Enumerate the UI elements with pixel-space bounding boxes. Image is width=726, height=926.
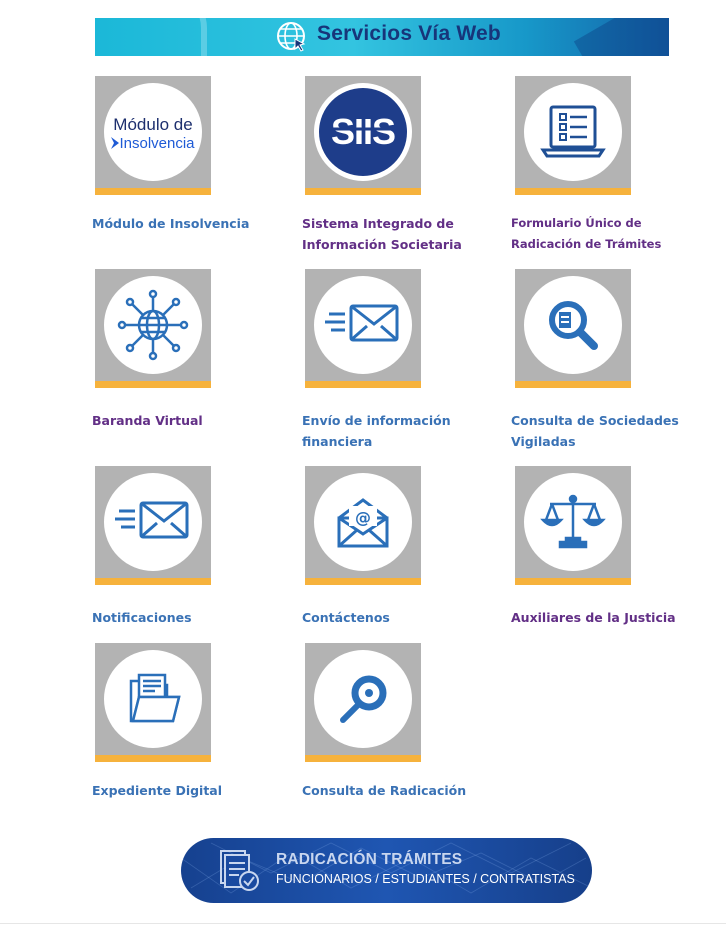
tile-siis[interactable]: SIIS	[305, 76, 421, 195]
siis-logo: SIIS	[319, 88, 407, 176]
service-label-siis[interactable]: Sistema Integrado de Información Societa…	[302, 213, 502, 255]
tile-circle	[104, 650, 202, 748]
service-label-baranda-virtual[interactable]: Baranda Virtual	[92, 410, 292, 431]
service-label-consulta-sociedades[interactable]: Consulta de Sociedades Vigiladas	[511, 410, 711, 452]
service-label-envio-informacion[interactable]: Envío de información financiera	[302, 410, 502, 452]
radicacion-tramites-banner[interactable]: RADICACIÓN TRÁMITES FUNCIONARIOS / ESTUD…	[181, 838, 592, 903]
tile-baranda-virtual[interactable]	[95, 269, 211, 388]
tile-circle	[104, 473, 202, 571]
tile-circle	[524, 83, 622, 181]
svg-text:Módulo de: Módulo de	[113, 115, 192, 134]
tile-expediente-digital[interactable]	[95, 643, 211, 762]
tile-accent-bar	[305, 755, 421, 762]
search-document-icon	[549, 301, 598, 350]
service-label-formulario-unico[interactable]: Formulario Único de Radicación de Trámit…	[511, 213, 711, 255]
tile-accent-bar	[95, 755, 211, 762]
banner-decoration	[95, 18, 207, 56]
tile-circle	[314, 276, 412, 374]
globe-cursor-icon	[277, 22, 306, 52]
email-at-icon: @	[337, 498, 389, 548]
tile-circle: Módulo de Insolvencia	[104, 83, 202, 181]
tile-formulario-unico[interactable]	[515, 76, 631, 195]
service-label-auxiliares-justicia[interactable]: Auxiliares de la Justicia	[511, 607, 711, 628]
tile-circle: @	[314, 473, 412, 571]
tile-accent-bar	[305, 381, 421, 388]
tile-consulta-sociedades[interactable]	[515, 269, 631, 388]
page-divider	[0, 923, 726, 924]
tile-accent-bar	[95, 381, 211, 388]
folder-documents-icon	[129, 673, 181, 723]
tile-circle	[524, 276, 622, 374]
service-label-modulo-insolvencia[interactable]: Módulo de Insolvencia	[92, 213, 292, 234]
modulo-insolvencia-logo: Módulo de Insolvencia	[111, 115, 195, 152]
laptop-checklist-icon	[540, 105, 606, 158]
tile-accent-bar	[515, 188, 631, 195]
tile-accent-bar	[95, 578, 211, 585]
document-check-icon	[220, 850, 259, 891]
banner-decoration	[573, 18, 669, 56]
tile-accent-bar	[95, 188, 211, 195]
tile-modulo-insolvencia[interactable]: Módulo de Insolvencia	[95, 76, 211, 195]
tile-envio-informacion[interactable]	[305, 269, 421, 388]
tile-accent-bar	[515, 578, 631, 585]
tile-auxiliares-justicia[interactable]	[515, 466, 631, 585]
tile-notificaciones[interactable]	[95, 466, 211, 585]
tile-consulta-radicacion[interactable]	[305, 643, 421, 762]
tile-contactenos[interactable]: @	[305, 466, 421, 585]
service-label-notificaciones[interactable]: Notificaciones	[92, 607, 292, 628]
network-globe-icon	[117, 289, 189, 361]
footer-banner-subtitle: FUNCIONARIOS / ESTUDIANTES / CONTRATISTA…	[276, 872, 575, 886]
tile-circle	[104, 276, 202, 374]
magnifier-icon	[340, 675, 387, 723]
service-label-contactenos[interactable]: Contáctenos	[302, 607, 502, 628]
svg-text:SIIS: SIIS	[331, 111, 395, 152]
servicios-via-web-banner: Servicios Vía Web	[95, 18, 669, 56]
tile-accent-bar	[515, 381, 631, 388]
service-label-expediente-digital[interactable]: Expediente Digital	[92, 780, 292, 801]
svg-text:@: @	[355, 508, 371, 527]
footer-banner-title: RADICACIÓN TRÁMITES	[276, 851, 463, 868]
tile-circle: SIIS	[314, 83, 412, 181]
svg-text:Insolvencia: Insolvencia	[119, 135, 195, 152]
tile-circle	[314, 650, 412, 748]
service-label-consulta-radicacion[interactable]: Consulta de Radicación	[302, 780, 502, 801]
tile-accent-bar	[305, 188, 421, 195]
tile-circle	[524, 473, 622, 571]
fast-mail-icon	[115, 501, 189, 539]
banner-title: Servicios Vía Web	[317, 22, 501, 45]
tile-accent-bar	[305, 578, 421, 585]
fast-mail-icon	[325, 304, 399, 342]
scales-justice-icon	[540, 494, 606, 549]
